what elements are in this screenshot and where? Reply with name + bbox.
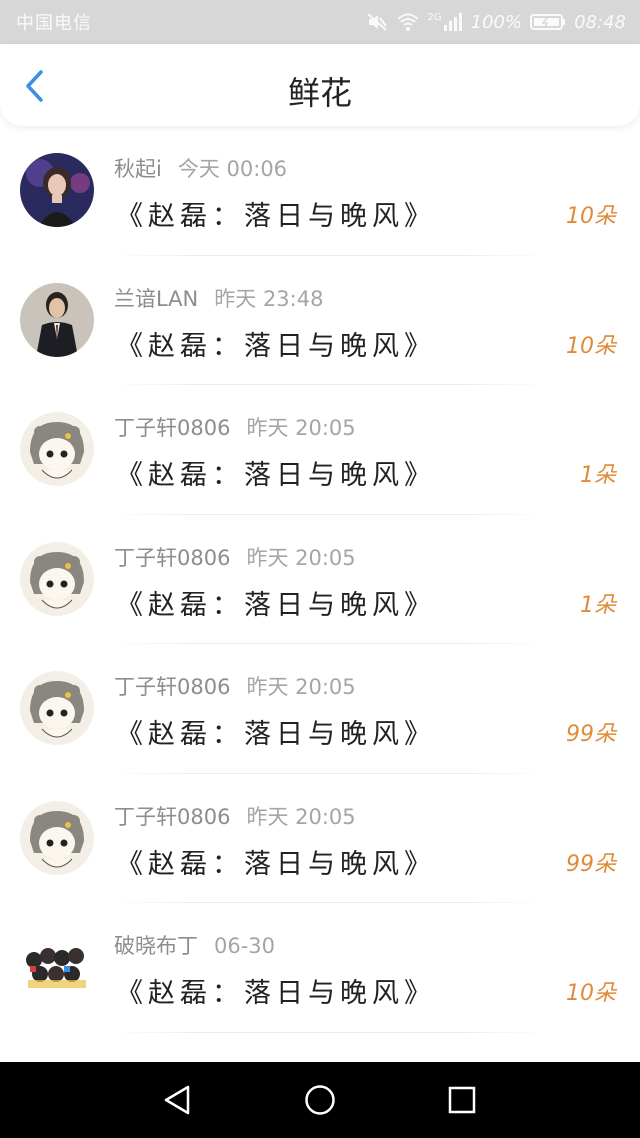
username[interactable]: 秋起i <box>114 157 162 181</box>
item-meta: 破晓布丁 06-30 <box>114 930 275 960</box>
battery-percent: 100% <box>470 11 523 33</box>
work-title: 《赵磊：落日与晚风》 <box>116 330 436 362</box>
username[interactable]: 丁子轩0806 <box>114 805 230 829</box>
list-item[interactable]: 丁子轩0806 昨天 20:05 《赵磊：落日与晚风》 1朵 <box>0 515 640 644</box>
nav-recents-button[interactable] <box>446 1084 478 1116</box>
home-circle-icon <box>305 1085 335 1115</box>
status-icons: 2G 100% 08:48 <box>366 12 640 33</box>
mute-icon <box>366 12 388 32</box>
avatar[interactable] <box>20 412 94 486</box>
divider <box>110 1031 550 1033</box>
timestamp: 今天 00:06 <box>177 157 288 181</box>
item-meta: 兰谙LAN 昨天 23:48 <box>114 283 323 313</box>
list-item[interactable]: 兰谙LAN 昨天 23:48 《赵磊：落日与晚风》 10朵 <box>0 256 640 385</box>
work-title: 《赵磊：落日与晚风》 <box>116 460 436 491</box>
nav-back-button[interactable] <box>162 1084 194 1116</box>
list-item[interactable]: 丁子轩0806 昨天 20:05 《赵磊：落日与晚风》 99朵 <box>0 774 640 903</box>
flower-count: 99朵 <box>566 851 616 877</box>
list-item[interactable]: 丁子轩0806 昨天 20:05 《赵磊：落日与晚风》 1朵 <box>0 385 640 515</box>
work-title: 《赵磊：落日与晚风》 <box>116 719 436 750</box>
avatar[interactable] <box>20 541 94 616</box>
timestamp: 昨天 20:05 <box>246 804 356 829</box>
avatar[interactable] <box>20 671 94 745</box>
recents-square-icon <box>448 1086 476 1114</box>
list-item[interactable]: 秋起i 今天 00:06 《赵磊：落日与晚风》 10朵 <box>0 126 640 256</box>
timestamp: 06-30 <box>214 934 276 958</box>
system-nav-bar <box>0 1062 640 1138</box>
battery-icon <box>530 13 566 31</box>
avatar[interactable] <box>20 153 94 227</box>
item-meta: 丁子轩0806 昨天 20:05 <box>114 412 356 442</box>
item-meta: 丁子轩0806 昨天 20:05 <box>114 801 356 831</box>
network-type: 2G <box>427 12 442 23</box>
wifi-icon <box>396 12 420 32</box>
item-meta: 丁子轩0806 昨天 20:05 <box>114 671 356 701</box>
list-item[interactable]: 丁子轩0806 昨天 20:05 《赵磊：落日与晚风》 99朵 <box>0 644 640 774</box>
username[interactable]: 丁子轩0806 <box>114 546 230 570</box>
flower-count: 10朵 <box>566 981 616 1006</box>
timestamp: 昨天 23:48 <box>214 286 324 311</box>
avatar[interactable] <box>20 800 94 875</box>
username[interactable]: 丁子轩0806 <box>114 675 230 699</box>
list-item[interactable]: 破晓布丁 06-30 《赵磊：落日与晚风》 10朵 <box>0 903 640 1033</box>
app-header: 鲜花 <box>0 44 640 126</box>
username[interactable]: 丁子轩0806 <box>114 416 230 440</box>
avatar[interactable] <box>20 282 94 357</box>
status-bar: 中国电信 2G 100% 08:48 <box>0 0 640 44</box>
back-triangle-icon <box>164 1085 190 1115</box>
work-title: 《赵磊：落日与晚风》 <box>116 201 436 232</box>
flower-gift-list: 秋起i 今天 00:06 《赵磊：落日与晚风》 10朵 兰谙LAN 昨天 23:48… <box>0 126 640 1033</box>
flower-count: 1朵 <box>580 592 616 618</box>
signal-icon: 2G <box>428 12 463 32</box>
item-meta: 秋起i 今天 00:06 <box>114 153 287 183</box>
work-title: 《赵磊：落日与晚风》 <box>116 978 436 1009</box>
username[interactable]: 兰谙LAN <box>114 287 198 311</box>
flower-count: 10朵 <box>566 204 616 229</box>
flower-count: 99朵 <box>566 722 616 747</box>
timestamp: 昨天 20:05 <box>246 416 356 440</box>
nav-home-button[interactable] <box>304 1084 336 1116</box>
work-title: 《赵磊：落日与晚风》 <box>116 848 436 880</box>
flower-count: 10朵 <box>566 333 616 359</box>
timestamp: 昨天 20:05 <box>246 545 356 570</box>
carrier-label: 中国电信 <box>16 13 92 34</box>
page-title: 鲜花 <box>287 74 352 112</box>
item-meta: 丁子轩0806 昨天 20:05 <box>114 542 356 572</box>
clock: 08:48 <box>574 11 626 33</box>
username[interactable]: 破晓布丁 <box>114 934 198 958</box>
flower-count: 1朵 <box>580 463 616 488</box>
work-title: 《赵磊：落日与晚风》 <box>116 589 436 621</box>
timestamp: 昨天 20:05 <box>246 675 356 699</box>
avatar[interactable] <box>20 930 94 1004</box>
